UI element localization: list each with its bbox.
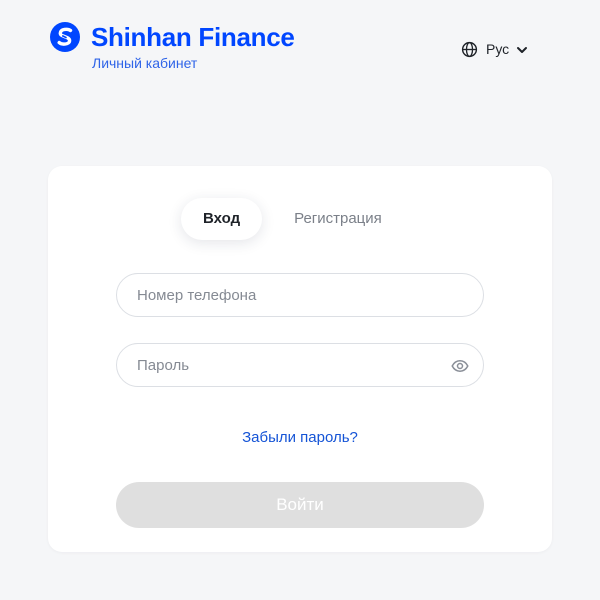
page-header: Shinhan Finance Личный кабинет Рус: [0, 0, 600, 90]
globe-icon: [461, 41, 478, 58]
auth-tabs: Вход Регистрация: [181, 198, 404, 240]
login-button[interactable]: Войти: [116, 482, 484, 528]
forgot-password-link[interactable]: Забыли пароль?: [48, 429, 552, 447]
logo-text: Shinhan Finance Личный кабинет: [91, 21, 295, 71]
shinhan-logo-icon: [50, 22, 80, 52]
phone-field: [116, 273, 484, 317]
tab-login[interactable]: Вход: [181, 198, 263, 240]
language-selector[interactable]: Рус: [461, 41, 528, 58]
phone-input[interactable]: [117, 274, 483, 316]
login-card: Вход Регистрация Забыли пароль? Войти: [48, 166, 552, 552]
brand-subtitle: Личный кабинет: [92, 55, 198, 71]
language-label: Рус: [486, 41, 510, 57]
password-input[interactable]: [117, 344, 483, 386]
chevron-down-icon: [517, 46, 528, 53]
tab-registration[interactable]: Регистрация: [272, 198, 404, 240]
shinhan-logo[interactable]: Shinhan Finance Личный кабинет: [50, 22, 295, 71]
eye-icon[interactable]: [451, 358, 469, 374]
brand-name: Shinhan Finance: [91, 22, 295, 52]
password-field: [116, 343, 484, 387]
